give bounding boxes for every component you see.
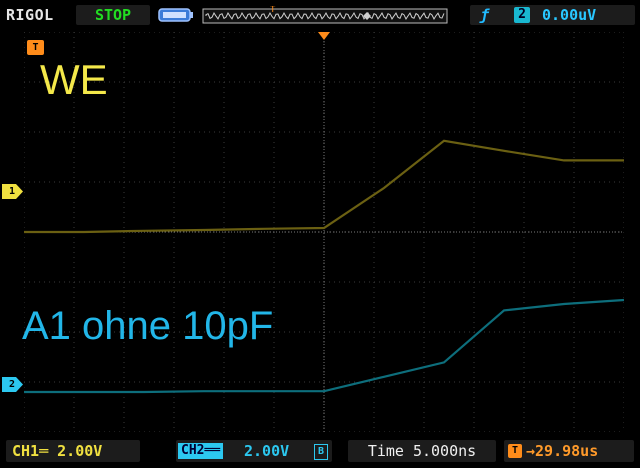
trigger-marker[interactable]: T xyxy=(27,40,44,55)
trigger-position-icon: T xyxy=(270,6,276,15)
ch2-annotation: A1 ohne 10pF xyxy=(22,304,274,348)
ch1-annotation: WE xyxy=(40,56,108,103)
memory-position-bar[interactable]: T xyxy=(202,6,448,26)
trigger-position-arrow-icon[interactable] xyxy=(318,32,330,41)
trigger-slope-icon: ƒ xyxy=(480,6,490,24)
run-stop-status[interactable]: STOP xyxy=(76,5,150,25)
brand-logo: RIGOL xyxy=(6,6,54,24)
bandwidth-limit-icon: B xyxy=(314,444,328,460)
delay-icon: T xyxy=(508,444,522,458)
bottom-status-bar: CH1═ 2.00V CH2══ 2.00V B Time 5.000ns T … xyxy=(0,436,640,468)
trigger-delay-value: →29.98us xyxy=(526,442,599,460)
ch2-scale-readout[interactable]: CH2══ 2.00V B xyxy=(176,440,332,462)
trigger-panel[interactable]: ƒ 2 0.00uV xyxy=(470,5,635,25)
ch2-scale-value: 2.00V xyxy=(244,442,290,460)
timebase-readout[interactable]: Time 5.000ns xyxy=(348,440,496,462)
top-status-bar: RIGOL STOP T ƒ 2 0.00uV xyxy=(0,0,640,30)
trigger-source-badge: 2 xyxy=(514,7,530,23)
ch2-tag: CH2══ xyxy=(178,443,224,459)
ch1-scale-readout[interactable]: CH1═ 2.00V xyxy=(6,440,140,462)
waveform-plot xyxy=(24,32,624,432)
ch1-offset-label: 1 xyxy=(8,186,16,197)
trigger-level: 0.00uV xyxy=(542,6,597,24)
ch2-offset-label: 2 xyxy=(8,379,16,390)
trigger-delay-readout[interactable]: T →29.98us xyxy=(504,440,634,462)
battery-icon xyxy=(158,8,193,22)
